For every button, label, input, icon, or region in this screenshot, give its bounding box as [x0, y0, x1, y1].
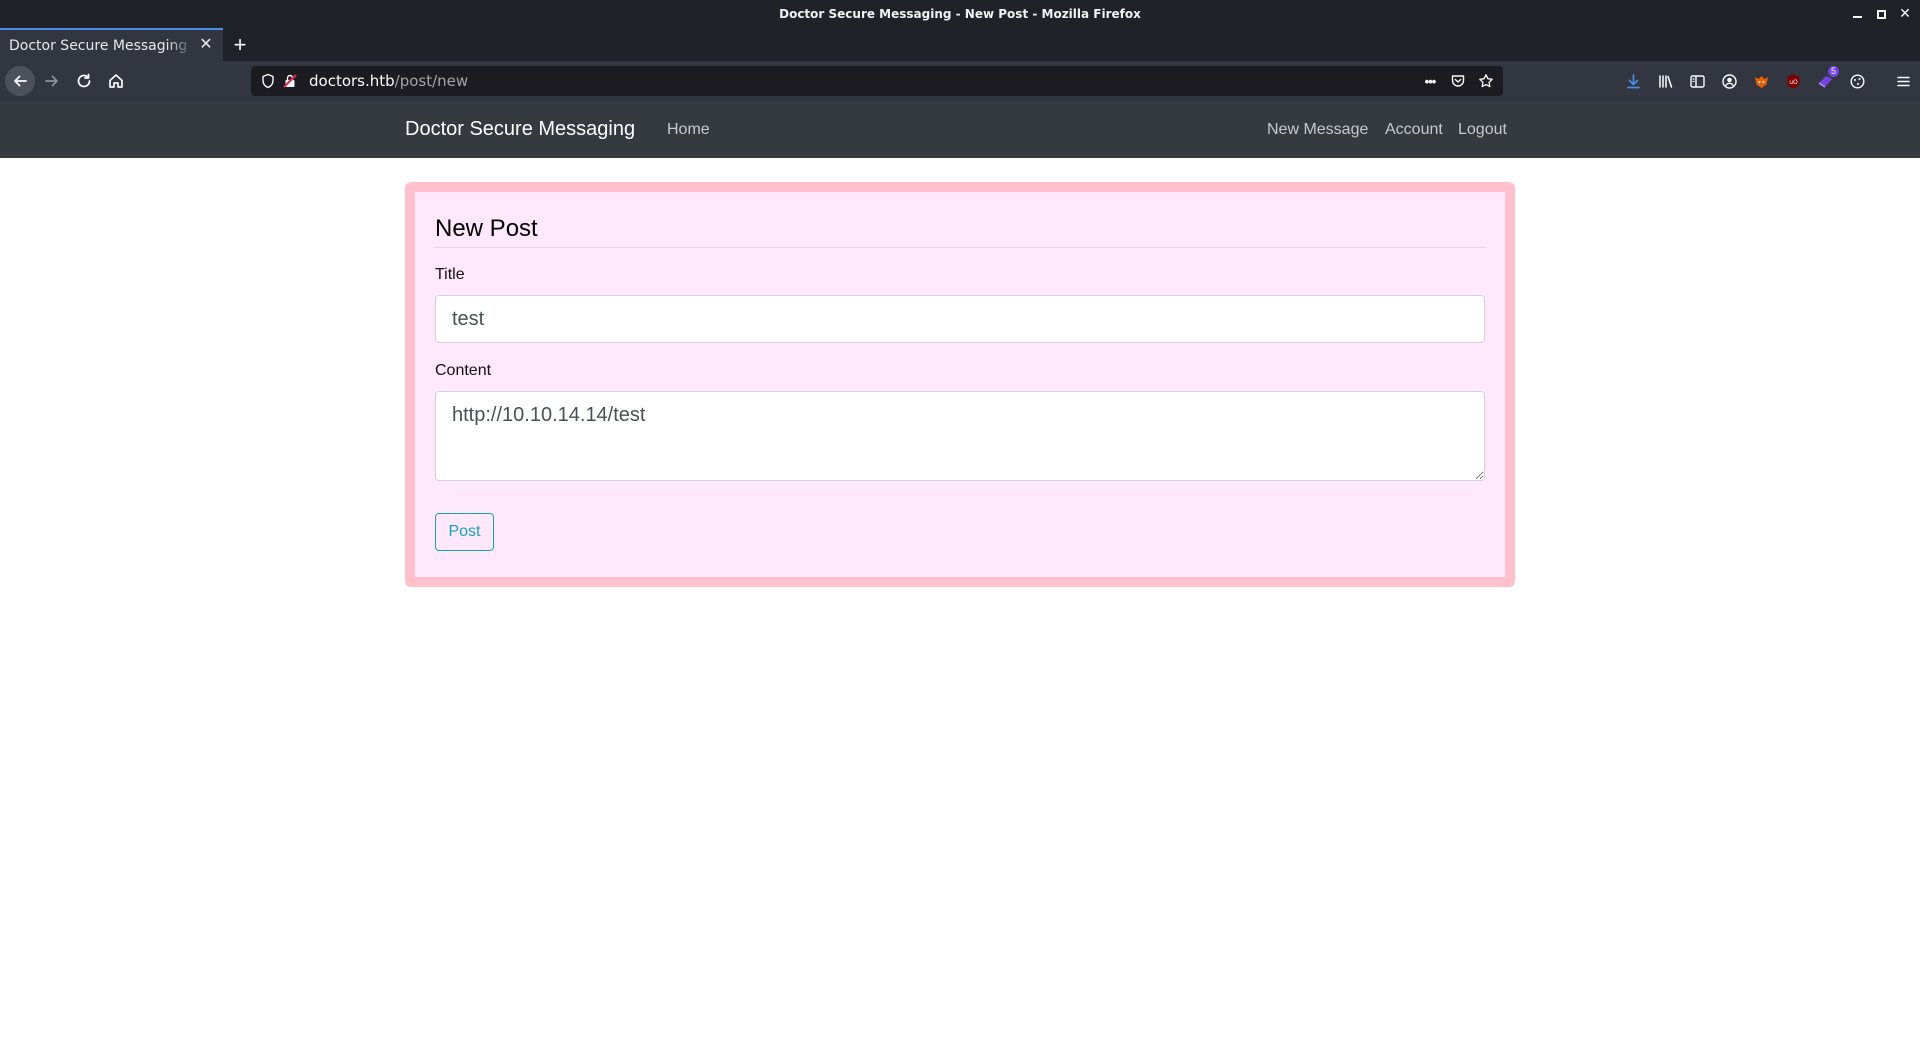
url-bar[interactable]: doctors.htb/post/new ••• — [251, 66, 1503, 96]
page-actions-icon[interactable]: ••• — [1419, 70, 1441, 92]
downloads-icon[interactable] — [1620, 68, 1646, 94]
url-text: doctors.htb/post/new — [309, 72, 468, 90]
home-button[interactable] — [101, 66, 131, 96]
minimize-button[interactable] — [1846, 3, 1868, 25]
post-button[interactable]: Post — [435, 513, 494, 551]
arrow-right-icon — [45, 75, 58, 87]
pocket-icon[interactable] — [1447, 70, 1469, 92]
extension-badge: 5 — [1827, 66, 1839, 77]
tab-active[interactable]: Doctor Secure Messaging - New Post ✕ — [0, 28, 223, 61]
ublock-origin-icon[interactable]: uO — [1780, 68, 1806, 94]
tab-close-icon[interactable]: ✕ — [197, 36, 215, 54]
title-label: Title — [435, 266, 465, 283]
plus-icon: + — [233, 31, 247, 57]
bookmark-star-icon[interactable] — [1475, 70, 1497, 92]
library-icon[interactable] — [1652, 68, 1678, 94]
tab-strip: Doctor Secure Messaging - New Post ✕ + — [0, 28, 1920, 61]
new-tab-button[interactable]: + — [223, 28, 257, 61]
window-controls: ✕ — [1846, 0, 1916, 28]
url-actions: ••• — [1419, 66, 1497, 96]
nav-account-link[interactable]: Account — [1385, 121, 1443, 139]
back-button[interactable] — [5, 66, 35, 96]
foxyproxy-icon[interactable] — [1748, 68, 1774, 94]
toolbar-right-icons: uO 5 — [1620, 66, 1916, 96]
maximize-icon — [1876, 9, 1886, 19]
arrow-left-icon — [14, 75, 27, 87]
svg-text:uO: uO — [1789, 79, 1798, 86]
insecure-lock-icon[interactable] — [279, 70, 301, 92]
nav-new-message-link[interactable]: New Message — [1267, 121, 1368, 139]
extension-icon[interactable]: 5 — [1812, 66, 1839, 94]
url-path: /post/new — [394, 72, 469, 90]
reload-button[interactable] — [69, 66, 99, 96]
new-post-card: New Post Title Content http://10.10.14.1… — [405, 182, 1515, 587]
hamburger-menu-icon[interactable] — [1890, 68, 1916, 94]
nav-toolbar: doctors.htb/post/new ••• uO 5 — [0, 61, 1920, 101]
account-icon[interactable] — [1716, 68, 1742, 94]
maximize-button[interactable] — [1870, 3, 1892, 25]
window-close-button[interactable]: ✕ — [1894, 3, 1916, 25]
content-label: Content — [435, 362, 492, 379]
tab-title: Doctor Secure Messaging - New Post — [9, 37, 194, 54]
nav-logout-link[interactable]: Logout — [1458, 121, 1507, 139]
minimize-icon — [1852, 16, 1862, 18]
form-legend: New Post — [435, 215, 538, 242]
url-host: doctors.htb — [309, 72, 395, 90]
content-textarea[interactable]: http://10.10.14.14/test — [435, 391, 1485, 481]
cookie-icon[interactable] — [1844, 68, 1870, 94]
legend-divider — [435, 247, 1485, 248]
site-navbar: Doctor Secure Messaging Home New Message… — [0, 101, 1920, 158]
window-titlebar: Doctor Secure Messaging - New Post - Moz… — [0, 0, 1920, 28]
home-icon — [109, 74, 123, 88]
close-icon: ✕ — [1899, 6, 1911, 22]
window-title: Doctor Secure Messaging - New Post - Moz… — [779, 7, 1141, 21]
sidebar-icon[interactable] — [1684, 68, 1710, 94]
title-input[interactable] — [435, 295, 1485, 343]
forward-button[interactable] — [37, 66, 67, 96]
new-post-form: New Post Title Content http://10.10.14.1… — [415, 192, 1505, 577]
shield-icon[interactable] — [257, 70, 279, 92]
nav-home-link[interactable]: Home — [667, 121, 710, 139]
reload-icon — [77, 73, 91, 88]
site-brand[interactable]: Doctor Secure Messaging — [405, 118, 635, 141]
